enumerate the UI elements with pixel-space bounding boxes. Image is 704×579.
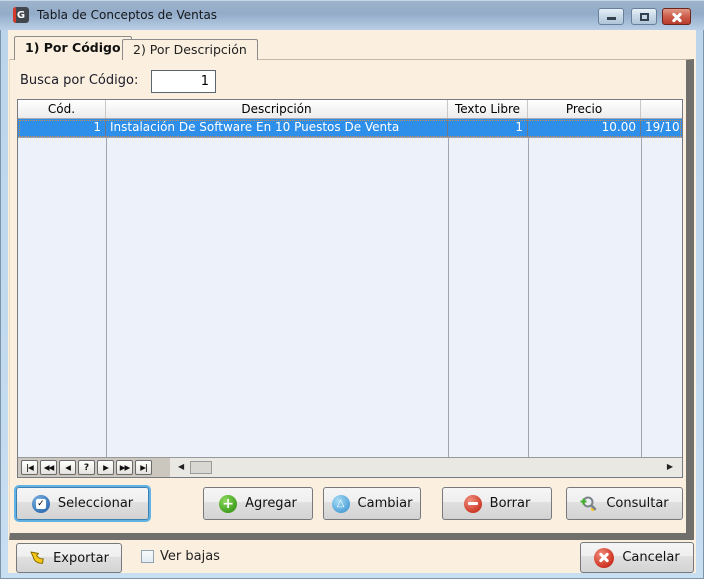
- window-title: Tabla de Conceptos de Ventas: [37, 8, 218, 22]
- column-divider: [106, 138, 107, 457]
- dialog-window: G Tabla de Conceptos de Ventas 1) Por Có…: [0, 0, 704, 579]
- tab-por-descripcion[interactable]: 2) Por Descripción: [122, 39, 258, 60]
- cambiar-button[interactable]: △ Cambiar: [323, 487, 421, 520]
- delta-icon: △: [331, 494, 350, 513]
- magnifier-icon: [580, 496, 597, 511]
- app-icon-letter: G: [16, 9, 26, 21]
- app-icon-accent: [13, 7, 16, 23]
- column-header-precio[interactable]: Precio: [528, 100, 641, 118]
- grid-body: [18, 138, 682, 457]
- consultar-button[interactable]: Consultar: [566, 487, 683, 520]
- cell-fecha: 19/10: [645, 120, 680, 134]
- cancel-x-icon: [594, 547, 615, 568]
- column-divider: [528, 138, 529, 457]
- button-label: Cambiar: [357, 496, 413, 511]
- nav-help-button[interactable]: ?: [78, 460, 95, 475]
- cell-codigo: 1: [18, 119, 106, 137]
- exportar-button[interactable]: Exportar: [16, 543, 122, 573]
- cell-texto-libre: 1: [448, 119, 528, 137]
- borrar-button[interactable]: Borrar: [442, 487, 552, 520]
- ver-bajas-label: Ver bajas: [160, 549, 220, 564]
- checkbox-icon: ✓: [31, 494, 50, 513]
- ver-bajas-checkbox[interactable]: [141, 550, 154, 563]
- button-label: Exportar: [53, 550, 109, 566]
- column-header-texto-libre[interactable]: Texto Libre: [448, 100, 528, 118]
- maximize-button[interactable]: [631, 8, 657, 25]
- minimize-icon: [607, 17, 616, 20]
- button-label: Cancelar: [622, 550, 680, 565]
- scrollbar-thumb[interactable]: [190, 461, 212, 474]
- nav-next-button[interactable]: ▶: [97, 460, 114, 475]
- minimize-button[interactable]: [598, 8, 624, 25]
- nav-first-button[interactable]: |◀: [21, 460, 38, 475]
- titlebar: G Tabla de Conceptos de Ventas: [0, 0, 704, 30]
- button-label: Agregar: [245, 496, 297, 511]
- agregar-button[interactable]: + Agregar: [203, 487, 313, 520]
- cell-precio: 10.00: [528, 119, 641, 137]
- grid-header: Cód. Descripción Texto Libre Precio: [18, 100, 682, 119]
- nav-prior-button[interactable]: ◀: [59, 460, 76, 475]
- column-header-codigo[interactable]: Cód.: [18, 100, 106, 118]
- column-header-descripcion[interactable]: Descripción: [106, 100, 448, 118]
- button-label: Consultar: [606, 496, 669, 511]
- nav-last-button[interactable]: ▶|: [135, 460, 152, 475]
- button-label: Seleccionar: [57, 496, 134, 511]
- plus-icon: +: [219, 494, 238, 513]
- column-divider: [641, 138, 642, 457]
- export-arrow-icon: [30, 551, 44, 564]
- table-row[interactable]: 1 Instalación De Software En 10 Puestos …: [18, 119, 682, 138]
- scrollbar-left-arrow[interactable]: ◀: [178, 462, 184, 471]
- app-icon: G: [13, 7, 29, 23]
- search-input[interactable]: [151, 70, 216, 93]
- column-header-fecha[interactable]: [641, 100, 682, 118]
- db-navigator: |◀ ◀◀ ◀ ? ▶ ▶▶ ▶| ◀ ▶: [18, 457, 682, 477]
- close-button[interactable]: [662, 8, 691, 25]
- nav-fast-next-button[interactable]: ▶▶: [116, 460, 133, 475]
- search-label: Busca por Código:: [20, 73, 139, 88]
- cell-descripcion: Instalación De Software En 10 Puestos De…: [106, 119, 448, 137]
- nav-fast-prior-button[interactable]: ◀◀: [40, 460, 57, 475]
- maximize-icon: [640, 13, 649, 21]
- data-grid: Cód. Descripción Texto Libre Precio 1 In…: [17, 99, 683, 478]
- scrollbar-right-arrow[interactable]: ▶: [667, 462, 673, 471]
- button-label: Borrar: [489, 496, 531, 511]
- cancelar-button[interactable]: Cancelar: [580, 542, 694, 573]
- column-divider: [448, 138, 449, 457]
- tab-por-codigo[interactable]: 1) Por Código: [14, 36, 132, 60]
- seleccionar-button[interactable]: ✓ Seleccionar: [16, 487, 149, 520]
- minus-icon: [463, 494, 482, 513]
- check-icon: ✓: [35, 498, 46, 509]
